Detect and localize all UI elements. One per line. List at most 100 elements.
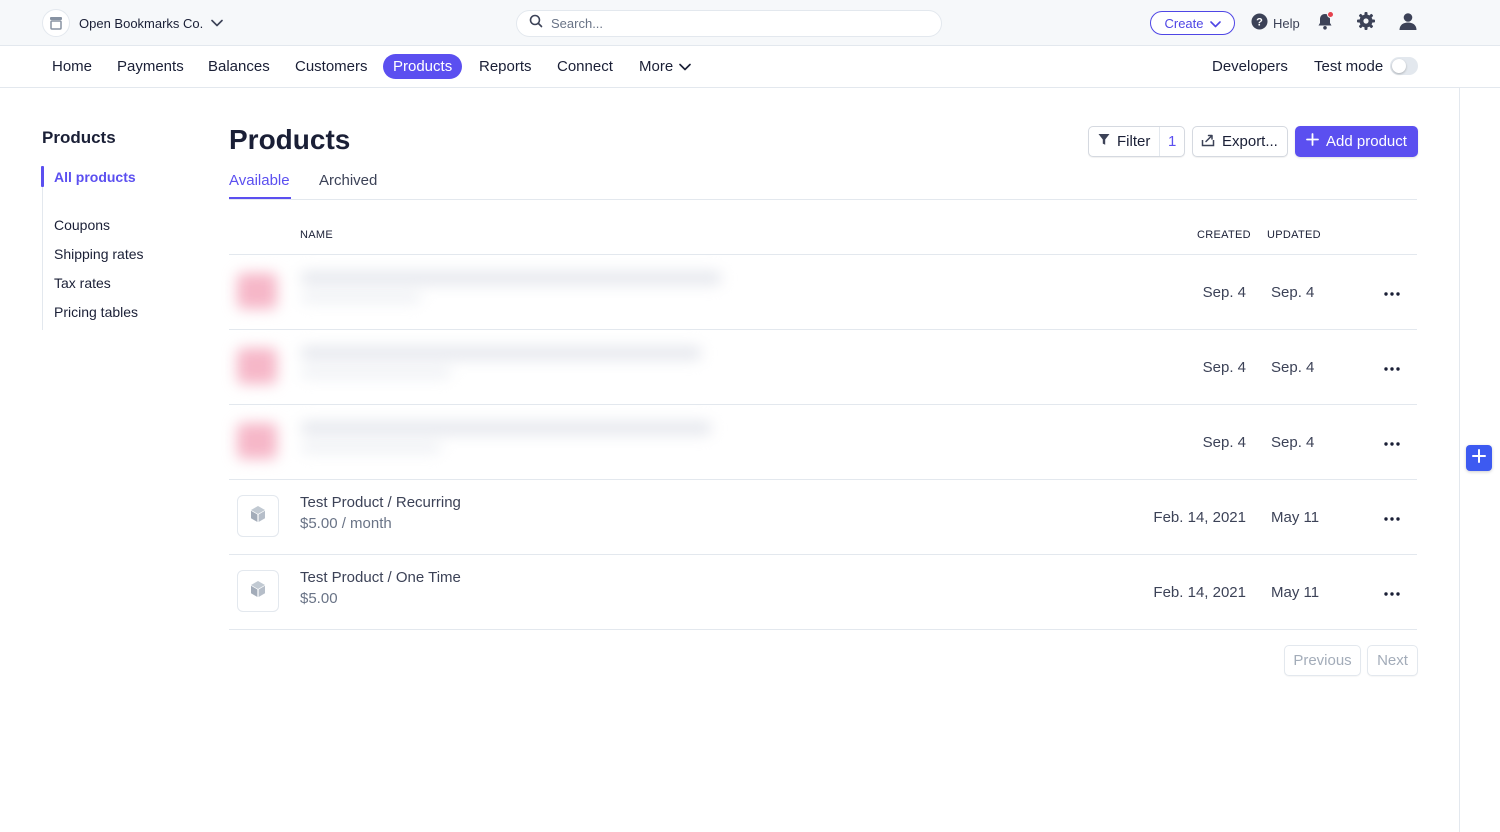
row-actions-button[interactable]: [1381, 281, 1403, 303]
previous-page-button[interactable]: Previous: [1284, 645, 1361, 676]
row-updated: Sep. 4: [1271, 434, 1315, 451]
export-icon: [1201, 133, 1215, 151]
column-header-updated[interactable]: UPDATED: [1267, 229, 1321, 241]
chevron-down-icon: [1209, 16, 1221, 31]
filter-icon: [1098, 133, 1110, 150]
more-horizontal-icon: [1384, 433, 1400, 451]
tabs-divider: [229, 199, 1417, 200]
column-header-created[interactable]: CREATED: [1197, 229, 1251, 241]
create-button[interactable]: Create: [1150, 11, 1235, 35]
chevron-down-icon: [211, 19, 224, 27]
more-horizontal-icon: [1384, 283, 1400, 301]
user-icon: [1398, 11, 1418, 36]
row-updated: Sep. 4: [1271, 359, 1315, 376]
sidebar-item-tax-rates[interactable]: Tax rates: [54, 275, 111, 291]
filter-count-badge: 1: [1168, 133, 1177, 150]
quick-add-button[interactable]: [1466, 445, 1492, 471]
search-icon: [529, 14, 543, 33]
nav-item-connect[interactable]: Connect: [557, 54, 613, 79]
product-image-placeholder: [237, 570, 279, 612]
right-rail-divider: [1459, 88, 1460, 832]
help-button[interactable]: ? Help: [1251, 13, 1300, 33]
table-row[interactable]: Sep. 4 Sep. 4: [229, 330, 1417, 405]
test-mode-toggle[interactable]: [1390, 57, 1418, 75]
profile-button[interactable]: [1397, 12, 1419, 34]
nav-item-reports[interactable]: Reports: [479, 54, 532, 79]
export-label: Export...: [1222, 133, 1278, 150]
next-page-button[interactable]: Next: [1367, 645, 1418, 676]
help-label: Help: [1273, 15, 1300, 31]
table-row[interactable]: Test Product / One Time $5.00 Feb. 14, 2…: [229, 555, 1417, 630]
bell-icon: [1315, 10, 1335, 36]
row-actions-button[interactable]: [1381, 431, 1403, 453]
gear-icon: [1356, 11, 1376, 36]
create-label: Create: [1164, 15, 1204, 31]
nav-item-more[interactable]: More: [639, 54, 691, 79]
notifications-button[interactable]: [1314, 10, 1336, 36]
redacted-content: [229, 336, 734, 396]
more-horizontal-icon: [1384, 358, 1400, 376]
row-updated: Sep. 4: [1271, 284, 1315, 301]
row-created: Feb. 14, 2021: [1153, 584, 1246, 601]
nav-item-balances[interactable]: Balances: [208, 54, 270, 79]
row-created: Sep. 4: [1202, 359, 1246, 376]
redacted-content: [229, 411, 734, 471]
tab-archived[interactable]: Archived: [319, 172, 377, 189]
sidebar-item-all-products[interactable]: All products: [54, 169, 136, 185]
plus-icon: [1471, 448, 1487, 469]
tab-active-underline: [229, 197, 291, 199]
sidebar-active-indicator: [41, 166, 44, 187]
add-product-label: Add product: [1326, 133, 1407, 150]
column-header-name[interactable]: NAME: [300, 229, 333, 241]
top-bar: Open Bookmarks Co. Create ? Help: [0, 0, 1500, 46]
account-name: Open Bookmarks Co.: [79, 15, 204, 31]
toggle-knob: [1392, 59, 1406, 73]
sidebar-item-shipping-rates[interactable]: Shipping rates: [54, 246, 144, 262]
add-product-button[interactable]: Add product: [1295, 126, 1418, 157]
row-created: Sep. 4: [1202, 284, 1246, 301]
filter-main: Filter: [1089, 127, 1161, 156]
sidebar-title: Products: [42, 128, 116, 147]
redacted-content: [229, 261, 734, 321]
row-updated: May 11: [1271, 584, 1320, 601]
nav-item-customers[interactable]: Customers: [295, 54, 368, 79]
search-bar[interactable]: [516, 10, 942, 37]
sidebar-item-pricing-tables[interactable]: Pricing tables: [54, 304, 138, 320]
product-name[interactable]: Test Product / One Time: [300, 569, 461, 586]
row-actions-button[interactable]: [1381, 581, 1403, 603]
settings-button[interactable]: [1355, 11, 1377, 36]
filter-label: Filter: [1117, 133, 1151, 150]
product-price: $5.00 / month: [300, 515, 392, 532]
plus-icon: [1306, 133, 1319, 150]
more-horizontal-icon: [1384, 583, 1400, 601]
row-created: Sep. 4: [1202, 434, 1246, 451]
box-icon: [250, 505, 266, 528]
tab-available[interactable]: Available: [229, 172, 290, 189]
table-row[interactable]: Test Product / Recurring $5.00 / month F…: [229, 480, 1417, 555]
nav-item-home[interactable]: Home: [52, 54, 92, 79]
account-switcher[interactable]: Open Bookmarks Co.: [42, 9, 224, 37]
nav-more-label: More: [639, 58, 674, 75]
more-horizontal-icon: [1384, 508, 1400, 526]
page-title: Products: [229, 124, 351, 155]
nav-item-developers[interactable]: Developers: [1212, 54, 1288, 79]
main-nav: Home Payments Balances Customers Product…: [0, 46, 1500, 88]
product-image-placeholder: [237, 495, 279, 537]
nav-item-products[interactable]: Products: [383, 54, 463, 79]
table-row[interactable]: Sep. 4 Sep. 4: [229, 405, 1417, 480]
row-actions-button[interactable]: [1381, 356, 1403, 378]
nav-item-payments[interactable]: Payments: [117, 54, 184, 79]
export-button[interactable]: Export...: [1192, 126, 1288, 157]
table-row[interactable]: Sep. 4 Sep. 4: [229, 255, 1417, 330]
help-icon: ?: [1251, 13, 1268, 33]
box-icon: [250, 580, 266, 603]
row-created: Feb. 14, 2021: [1153, 509, 1246, 526]
product-price: $5.00: [300, 590, 338, 607]
filter-button[interactable]: Filter 1: [1088, 126, 1185, 157]
sidebar-item-coupons[interactable]: Coupons: [54, 217, 110, 233]
test-mode-label: Test mode: [1314, 58, 1384, 75]
product-name[interactable]: Test Product / Recurring: [300, 494, 461, 511]
row-actions-button[interactable]: [1381, 506, 1403, 528]
store-icon: [42, 9, 70, 37]
search-input[interactable]: [551, 16, 911, 31]
